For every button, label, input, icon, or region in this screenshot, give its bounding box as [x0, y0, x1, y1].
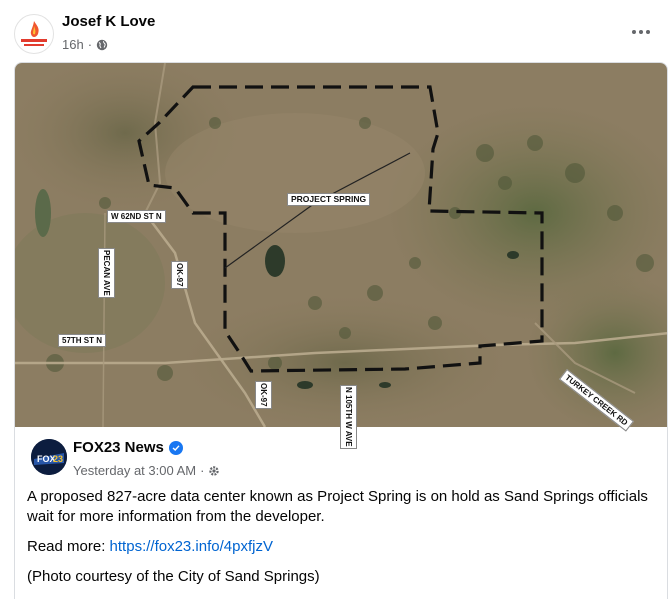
meta-separator: · [87, 37, 93, 52]
shared-post-meta: Yesterday at 3:00 AM · [73, 463, 220, 478]
post-header: Josef K Love 16h · [12, 10, 659, 56]
map-label-ok97-b: OK-97 [255, 381, 272, 409]
shared-post-card[interactable]: PROJECT SPRING W 62ND ST N PECAN AVE 57T… [14, 62, 668, 599]
post-text: A proposed 827-acre data center known as… [27, 487, 657, 597]
photo-credit: (Photo courtesy of the City of Sand Spri… [27, 568, 320, 585]
map-label-57th: 57TH ST N [58, 334, 107, 347]
meta-separator: · [200, 463, 205, 478]
map-image[interactable]: PROJECT SPRING W 62ND ST N PECAN AVE 57T… [15, 63, 667, 449]
settings-icon [209, 465, 220, 476]
page-name-row: FOX23 News [73, 439, 183, 456]
post-time[interactable]: 16h [62, 37, 84, 52]
globe-icon [96, 39, 108, 50]
read-more-label: Read more: [27, 538, 106, 555]
page-name[interactable]: FOX23 News [73, 439, 164, 456]
verified-badge-icon [168, 440, 183, 455]
read-more-line: Read more: https://fox23.info/4pxfjzV [27, 537, 657, 557]
read-more-link[interactable]: https://fox23.info/4pxfjzV [110, 538, 273, 555]
more-options-icon[interactable] [627, 22, 655, 42]
post-meta: 16h · [62, 37, 108, 52]
svg-text:23: 23 [53, 454, 63, 464]
love-letter-logo [21, 21, 47, 46]
shared-post-body: FOX 23 FOX23 News Yesterday at 3:00 AM · [15, 427, 667, 599]
post-body-paragraph: A proposed 827-acre data center known as… [27, 488, 648, 525]
map-label-62nd: W 62ND ST N [107, 210, 166, 223]
fox23-logo: FOX 23 [31, 439, 67, 475]
fox23-avatar[interactable]: FOX 23 [31, 439, 67, 475]
map-label-project: PROJECT SPRING [287, 193, 371, 206]
map-label-ok97-a: OK-97 [171, 261, 188, 289]
map-label-pecan: PECAN AVE [98, 248, 115, 298]
author-avatar[interactable] [14, 14, 54, 54]
facebook-post: Josef K Love 16h · PROJECT SPRING W 62ND… [0, 0, 671, 599]
author-name[interactable]: Josef K Love [62, 13, 155, 30]
shared-post-time[interactable]: Yesterday at 3:00 AM [73, 463, 196, 478]
